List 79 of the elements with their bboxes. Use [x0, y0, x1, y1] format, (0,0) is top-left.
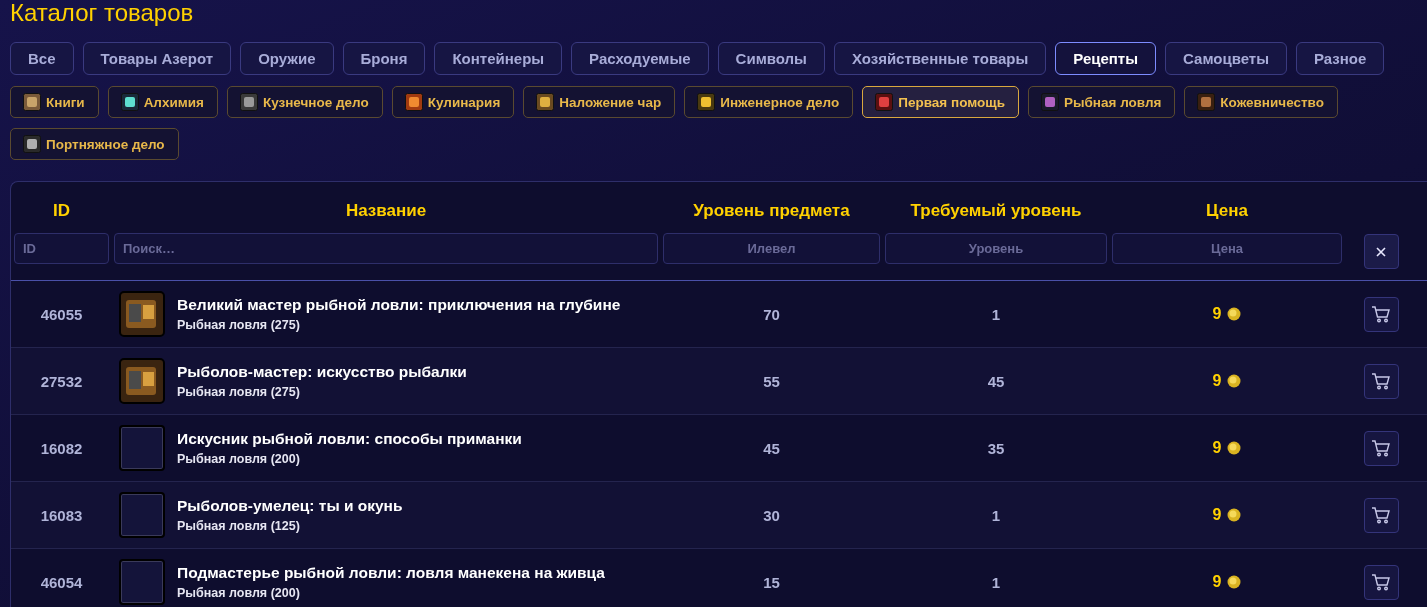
skill-requirement: Рыбная ловля (125)	[177, 519, 301, 533]
page-title: Каталог товаров	[10, 0, 195, 26]
category-tab[interactable]: Все	[10, 42, 74, 75]
item-level: 45	[763, 439, 780, 457]
filter-field[interactable]: Поиск…	[114, 233, 658, 264]
item-level: 30	[763, 506, 780, 524]
add-to-cart-button[interactable]	[1363, 363, 1399, 399]
price-value: 9	[1212, 305, 1222, 323]
add-to-cart-button[interactable]	[1363, 296, 1399, 332]
required-level: 1	[991, 506, 1001, 524]
required-level: 1	[991, 305, 1001, 323]
item-name[interactable]: Подмастерье рыбной ловли: ловля манекена на живца	[177, 564, 605, 582]
cart-icon	[1371, 505, 1391, 525]
add-to-cart-button[interactable]	[1363, 564, 1399, 600]
cart-icon	[1371, 572, 1391, 592]
column-header: Цена	[1206, 201, 1248, 220]
filter-field[interactable]: Уровень	[885, 233, 1107, 264]
filter-field[interactable]: Илевел	[663, 233, 880, 264]
item-level: 55	[763, 372, 780, 390]
profession-tab[interactable]: Кузнечное дело	[226, 86, 383, 118]
coin-icon	[1227, 307, 1242, 321]
skill-requirement: Рыбная ловля (275)	[177, 318, 301, 332]
item-id: 46055	[40, 305, 83, 323]
filter-field[interactable]: Цена	[1112, 233, 1342, 264]
skill-requirement: Рыбная ловля (200)	[177, 586, 301, 600]
item-id: 16082	[40, 439, 83, 457]
cart-icon	[1371, 438, 1391, 458]
coin-icon	[1227, 374, 1242, 388]
profession-tab[interactable]: Книги	[10, 86, 99, 118]
item-level: 15	[763, 573, 780, 591]
category-tab[interactable]: Рецепты	[1055, 42, 1157, 75]
filter-field[interactable]: ID	[14, 233, 109, 264]
category-tab[interactable]: Самоцветы	[1165, 42, 1287, 75]
item-name[interactable]: Искусник рыбной ловли: способы приманки	[177, 430, 522, 448]
category-tab[interactable]: Разное	[1296, 42, 1385, 75]
coin-icon	[1227, 508, 1242, 522]
cart-icon	[1371, 371, 1391, 391]
item-level: 70	[763, 305, 780, 323]
add-to-cart-button[interactable]	[1363, 497, 1399, 533]
close-icon	[1375, 245, 1387, 258]
category-tab[interactable]: Символы	[717, 42, 825, 75]
column-header: ID	[53, 201, 70, 220]
profession-tab[interactable]: Портняжное дело	[10, 128, 179, 160]
category-tab[interactable]: Контейнеры	[434, 42, 563, 75]
required-level: 1	[991, 573, 1001, 591]
skill-requirement: Рыбная ловля (275)	[177, 385, 301, 399]
item-id: 46054	[40, 573, 83, 591]
price-value: 9	[1212, 573, 1222, 591]
price-value: 9	[1212, 439, 1222, 457]
required-level: 35	[987, 439, 1005, 457]
price-value: 9	[1212, 506, 1222, 524]
required-level: 45	[987, 372, 1005, 390]
item-id: 27532	[40, 372, 83, 390]
item-id: 16083	[40, 506, 83, 524]
add-to-cart-button[interactable]	[1363, 430, 1399, 466]
profession-tab[interactable]: Наложение чар	[523, 86, 676, 118]
coin-icon	[1227, 575, 1242, 589]
clear-filters-button[interactable]	[1363, 234, 1399, 269]
profession-tab[interactable]: Рыбная ловля	[1027, 86, 1176, 118]
item-name[interactable]: Рыболов-мастер: искусство рыбалки	[177, 363, 467, 381]
category-tab[interactable]: Броня	[342, 42, 426, 75]
skill-requirement: Рыбная ловля (200)	[177, 452, 301, 466]
column-header: Требуемый уровень	[910, 201, 1082, 220]
profession-tab[interactable]: Кожевничество	[1184, 86, 1338, 118]
profession-tab[interactable]: Алхимия	[107, 86, 218, 118]
cart-icon	[1371, 304, 1391, 324]
column-header: Название	[345, 201, 427, 220]
category-tab[interactable]: Расходуемые	[571, 42, 709, 75]
category-tab[interactable]: Хозяйственные товары	[833, 42, 1047, 75]
coin-icon	[1227, 441, 1242, 455]
category-tab[interactable]: Оружие	[240, 42, 334, 75]
profession-tab[interactable]: Кулинария	[391, 86, 515, 118]
item-name[interactable]: Великий мастер рыбной ловли: приключения на глубине	[177, 296, 621, 314]
column-header: Уровень предмета	[693, 201, 850, 220]
profession-tab[interactable]: Инженерное дело	[684, 86, 854, 118]
profession-tab[interactable]: Первая помощь	[862, 86, 1019, 118]
price-value: 9	[1212, 372, 1222, 390]
category-tab[interactable]: Товары Азерот	[82, 42, 232, 75]
item-name[interactable]: Рыболов-умелец: ты и окунь	[177, 497, 403, 515]
